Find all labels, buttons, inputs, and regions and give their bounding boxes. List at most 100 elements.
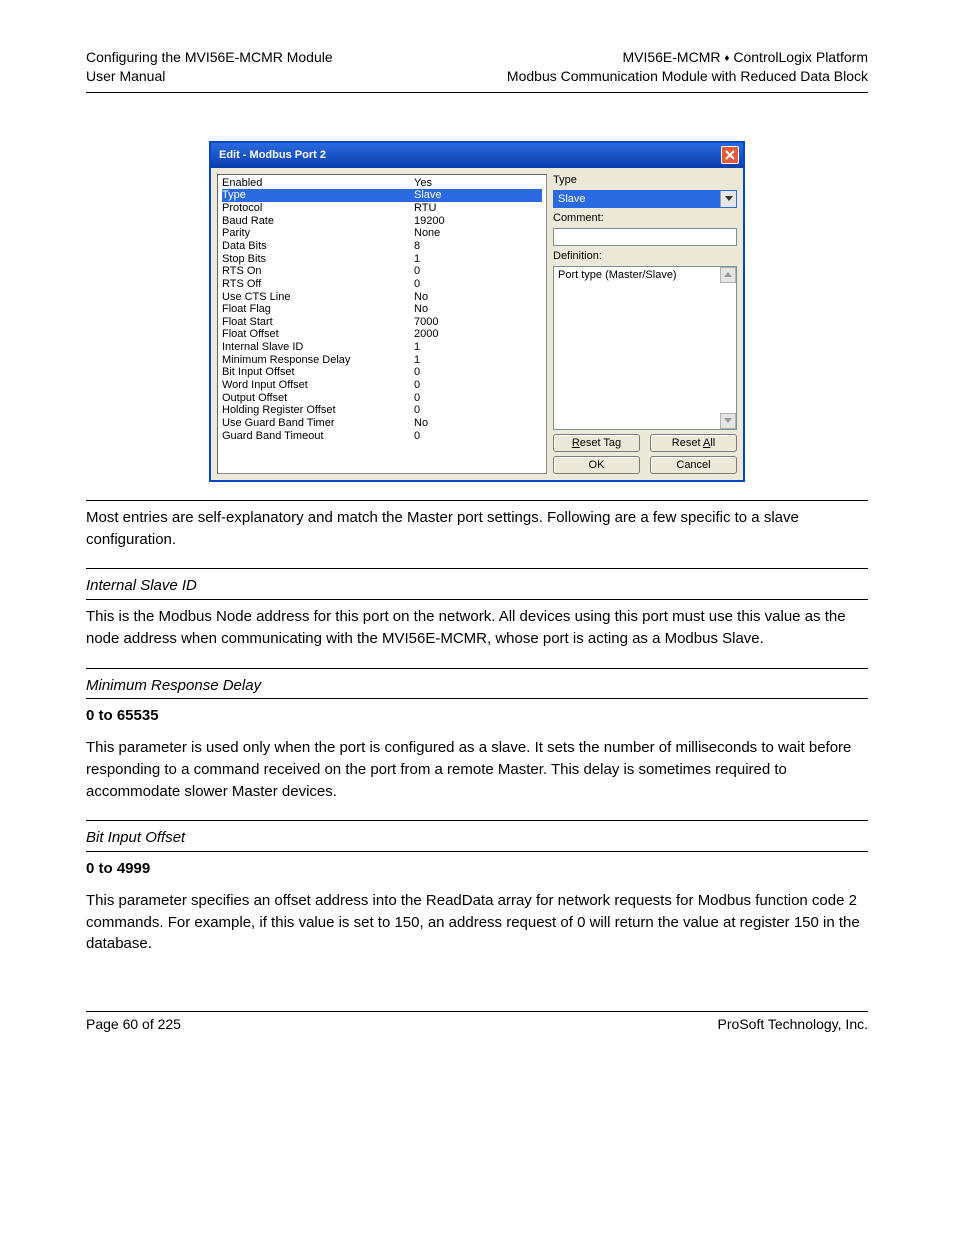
param-name: Guard Band Timeout	[222, 430, 414, 443]
param-name: Word Input Offset	[222, 379, 414, 392]
param-row[interactable]: Baud Rate19200	[222, 215, 542, 228]
close-button[interactable]	[721, 146, 739, 164]
param-value: Slave	[414, 189, 542, 202]
param-name: Protocol	[222, 202, 414, 215]
param-value: 2000	[414, 328, 542, 341]
cancel-button[interactable]: Cancel	[650, 456, 737, 474]
param-value: 0	[414, 366, 542, 379]
header-left-line2: User Manual	[86, 67, 333, 86]
param-name: Data Bits	[222, 240, 414, 253]
param-value: 0	[414, 265, 542, 278]
param-row[interactable]: ProtocolRTU	[222, 202, 542, 215]
footer-company: ProSoft Technology, Inc.	[718, 1016, 868, 1032]
param-row[interactable]: Float Start7000	[222, 316, 542, 329]
definition-box: Port type (Master/Slave)	[553, 266, 737, 430]
param-row[interactable]: Guard Band Timeout0	[222, 430, 542, 443]
param-value: RTU	[414, 202, 542, 215]
rule	[86, 599, 868, 600]
param-value: No	[414, 417, 542, 430]
section-heading-min-response-delay: Minimum Response Delay	[86, 675, 261, 697]
param-value: 0	[414, 278, 542, 291]
param-name: Float Offset	[222, 328, 414, 341]
param-name: Float Start	[222, 316, 414, 329]
param-row[interactable]: RTS Off0	[222, 278, 542, 291]
parameter-list[interactable]: EnabledYesTypeSlaveProtocolRTUBaud Rate1…	[217, 174, 547, 474]
edit-modbus-port-dialog: Edit - Modbus Port 2 EnabledYesTypeSlave…	[209, 141, 745, 482]
reset-all-button[interactable]: Reset All	[650, 434, 737, 452]
intro-paragraph: Most entries are self-explanatory and ma…	[86, 507, 868, 551]
min-response-delay-range: 0 to 65535	[86, 705, 868, 727]
param-row[interactable]: TypeSlave	[222, 189, 542, 202]
param-name: Float Flag	[222, 303, 414, 316]
body-text: Most entries are self-explanatory and ma…	[86, 500, 868, 955]
rule	[86, 500, 868, 501]
param-name: RTS On	[222, 265, 414, 278]
param-value: 8	[414, 240, 542, 253]
reset-tag-button[interactable]: Reset Tag	[553, 434, 640, 452]
close-icon	[725, 150, 735, 160]
type-label: Type	[553, 174, 737, 186]
param-value: Yes	[414, 177, 542, 190]
param-row[interactable]: Minimum Response Delay1	[222, 354, 542, 367]
param-value: 1	[414, 341, 542, 354]
param-value: 0	[414, 430, 542, 443]
param-value: 0	[414, 379, 542, 392]
rule	[86, 820, 868, 821]
param-row[interactable]: Use CTS LineNo	[222, 291, 542, 304]
param-row[interactable]: Float Offset2000	[222, 328, 542, 341]
param-row[interactable]: Stop Bits1	[222, 253, 542, 266]
param-row[interactable]: Use Guard Band TimerNo	[222, 417, 542, 430]
param-row[interactable]: EnabledYes	[222, 177, 542, 190]
param-row[interactable]: Holding Register Offset0	[222, 404, 542, 417]
param-row[interactable]: Output Offset0	[222, 392, 542, 405]
definition-label: Definition:	[553, 250, 737, 262]
rule	[86, 851, 868, 852]
rule	[86, 668, 868, 669]
dialog-titlebar: Edit - Modbus Port 2	[211, 143, 743, 168]
param-name: Parity	[222, 227, 414, 240]
param-row[interactable]: Bit Input Offset0	[222, 366, 542, 379]
param-name: Baud Rate	[222, 215, 414, 228]
param-row[interactable]: RTS On0	[222, 265, 542, 278]
param-value: 19200	[414, 215, 542, 228]
min-response-delay-paragraph: This parameter is used only when the por…	[86, 737, 868, 802]
header-right-line1b: ControlLogix Platform	[729, 49, 868, 65]
section-heading-internal-slave-id: Internal Slave ID	[86, 575, 197, 597]
param-name: Output Offset	[222, 392, 414, 405]
chevron-down-icon	[720, 191, 736, 207]
bit-input-offset-range: 0 to 4999	[86, 858, 868, 880]
param-row[interactable]: Word Input Offset0	[222, 379, 542, 392]
param-name: Stop Bits	[222, 253, 414, 266]
scroll-up-icon[interactable]	[720, 267, 736, 283]
type-dropdown[interactable]: Slave	[553, 190, 737, 208]
param-name: Bit Input Offset	[222, 366, 414, 379]
param-name: Use Guard Band Timer	[222, 417, 414, 430]
ok-button[interactable]: OK	[553, 456, 640, 474]
footer-page: Page 60 of 225	[86, 1016, 181, 1032]
param-value: 7000	[414, 316, 542, 329]
param-name: Minimum Response Delay	[222, 354, 414, 367]
header-left-line1: Configuring the MVI56E-MCMR Module	[86, 48, 333, 67]
param-row[interactable]: Internal Slave ID1	[222, 341, 542, 354]
scroll-down-icon[interactable]	[720, 413, 736, 429]
param-row[interactable]: ParityNone	[222, 227, 542, 240]
page-header: Configuring the MVI56E-MCMR Module User …	[86, 48, 868, 93]
param-name: Holding Register Offset	[222, 404, 414, 417]
param-name: Use CTS Line	[222, 291, 414, 304]
definition-text: Port type (Master/Slave)	[558, 269, 677, 281]
dialog-title: Edit - Modbus Port 2	[219, 149, 326, 161]
comment-label: Comment:	[553, 212, 737, 224]
comment-input[interactable]	[553, 228, 737, 246]
header-right-line2: Modbus Communication Module with Reduced…	[507, 67, 868, 86]
bit-input-offset-paragraph: This parameter specifies an offset addre…	[86, 890, 868, 955]
param-row[interactable]: Float FlagNo	[222, 303, 542, 316]
rule	[86, 698, 868, 699]
param-value: 1	[414, 253, 542, 266]
type-dropdown-value: Slave	[554, 191, 720, 207]
param-name: Type	[222, 189, 414, 202]
param-name: Internal Slave ID	[222, 341, 414, 354]
param-row[interactable]: Data Bits8	[222, 240, 542, 253]
section-heading-bit-input-offset: Bit Input Offset	[86, 827, 185, 849]
rule	[86, 568, 868, 569]
internal-slave-id-paragraph: This is the Modbus Node address for this…	[86, 606, 868, 650]
